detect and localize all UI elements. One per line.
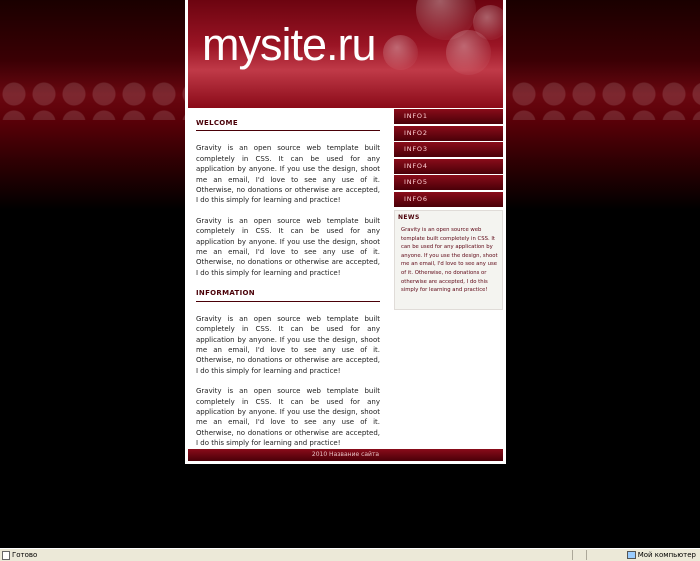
information-section: INFORMATION Gravity is an open source we… (196, 288, 380, 448)
menu-item-info4[interactable]: INFO4 (394, 158, 503, 174)
menu-item-info2[interactable]: INFO2 (394, 125, 503, 141)
header: mysite.ru (188, 0, 503, 108)
paragraph: Gravity is an open source web template b… (196, 314, 380, 375)
footer: 2010 Название сайта (188, 449, 503, 461)
status-text: Готово (12, 551, 38, 559)
decorative-bubble (383, 35, 418, 70)
status-divider (586, 550, 587, 560)
page-icon (2, 550, 10, 560)
news-box: NEWS Gravity is an open source web templ… (394, 210, 503, 310)
paragraph: Gravity is an open source web template b… (196, 216, 380, 277)
news-title: NEWS (398, 214, 420, 221)
computer-icon (626, 551, 636, 559)
site-container: mysite.ru WELCOME Gravity is an open sou… (185, 0, 506, 464)
status-right: Мой компьютер (626, 549, 696, 561)
welcome-section: WELCOME Gravity is an open source web te… (196, 118, 380, 278)
menu-item-info1[interactable]: INFO1 (394, 109, 503, 124)
menu-item-info6[interactable]: INFO6 (394, 191, 503, 207)
menu-item-info5[interactable]: INFO5 (394, 175, 503, 190)
section-heading: INFORMATION (196, 288, 380, 302)
status-bar: Готово Мой компьютер (0, 548, 700, 561)
status-left: Готово (2, 549, 37, 561)
section-heading: WELCOME (196, 118, 380, 132)
paragraph: Gravity is an open source web template b… (196, 144, 380, 205)
news-text: Gravity is an open source web template b… (401, 227, 498, 294)
sidebar: INFO1 INFO2 INFO3 INFO4 INFO5 INFO6 NEWS… (394, 109, 503, 310)
decorative-bubble (473, 5, 503, 40)
status-separator (572, 550, 585, 560)
paragraph: Gravity is an open source web template b… (196, 387, 380, 448)
menu-item-info3[interactable]: INFO3 (394, 142, 503, 157)
zone-text: Мой компьютер (637, 551, 696, 559)
sidebar-menu: INFO1 INFO2 INFO3 INFO4 INFO5 INFO6 (394, 109, 503, 207)
site-logo[interactable]: mysite.ru (202, 22, 377, 67)
main-content: WELCOME Gravity is an open source web te… (196, 118, 380, 459)
